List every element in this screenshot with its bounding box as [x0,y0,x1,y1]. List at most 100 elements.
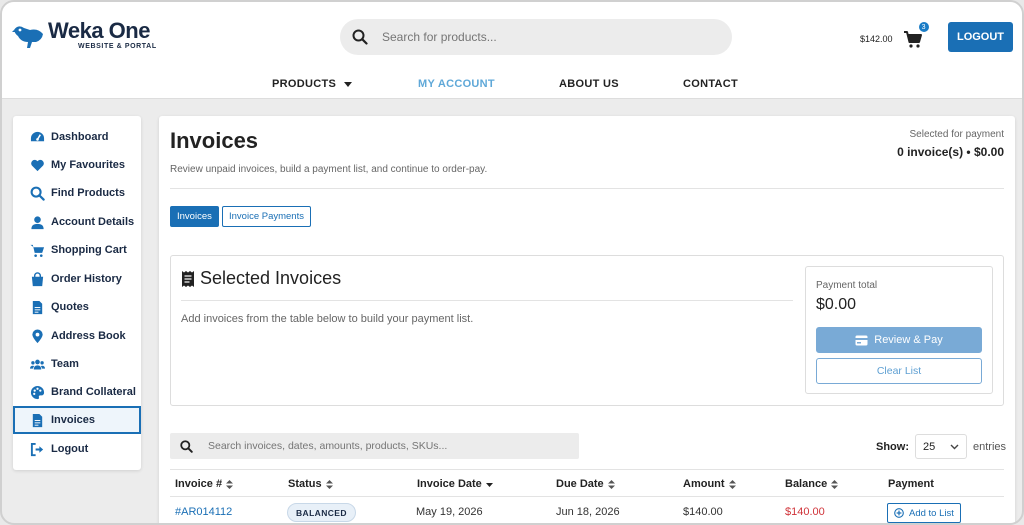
nav-products-label: PRODUCTS [272,78,337,90]
tab-invoices[interactable]: Invoices [170,206,219,227]
column-header-amount[interactable]: Amount [683,478,736,490]
cart-summary[interactable]: $142.00 3 [860,22,929,49]
sidebar-item-label: Shopping Cart [51,244,127,256]
column-header-invoice[interactable]: Invoice # [175,478,234,490]
add-to-list-button[interactable]: Add to List [887,503,961,523]
map-pin-icon [32,328,43,343]
page-title: Invoices [170,128,259,153]
palette-icon [30,385,45,399]
sidebar-item-label: Order History [51,273,122,285]
site-header: Weka One WEBSITE & PORTAL $142.00 3 [2,2,1022,99]
chevron-down-icon [950,444,959,449]
sidebar-item-my-favourites[interactable]: My Favourites [13,151,141,179]
invoices-main: Invoices Review unpaid invoices, build a… [159,116,1015,523]
invoice-search-input[interactable] [208,440,558,452]
sort-icon [831,479,839,489]
sidebar-item-label: Address Book [51,330,126,342]
amount-cell: $140.00 [683,506,723,518]
invoice-number-link[interactable]: #AR014112 [175,506,232,518]
invoice-search-bar [170,433,579,459]
search-icon [30,186,45,201]
weka-bird-icon [12,26,43,48]
sidebar-item-dashboard[interactable]: Dashboard [13,123,141,151]
sidebar-item-quotes[interactable]: Quotes [13,293,141,321]
logout-button[interactable]: LOGOUT [948,22,1013,52]
sort-icon [607,479,615,489]
column-header-balance[interactable]: Balance [785,478,839,490]
selected-invoices-panel: Selected Invoices Add invoices from the … [170,255,1004,406]
payment-total-box: Payment total $0.00 Review & Pay Clear L… [805,266,993,394]
nav-about-us[interactable]: ABOUT US [559,78,619,90]
cart-icon[interactable]: 3 [903,22,929,49]
sort-icon [325,479,333,489]
review-and-pay-button[interactable]: Review & Pay [816,327,982,353]
column-header-status[interactable]: Status [288,478,333,490]
sort-desc-icon [485,482,493,487]
selected-for-payment-label: Selected for payment [909,129,1005,140]
sidebar-item-address-book[interactable]: Address Book [13,322,141,350]
sign-out-icon [30,442,44,456]
brand-tagline: WEBSITE & PORTAL [78,43,157,50]
tab-invoice-payments[interactable]: Invoice Payments [222,206,311,227]
sidebar-item-invoices[interactable]: Invoices [13,406,141,434]
payment-total-amount: $0.00 [816,296,857,313]
sort-icon [728,479,736,489]
caret-down-icon [344,81,353,87]
sidebar-item-label: My Favourites [51,159,125,171]
balance-cell: $140.00 [785,506,825,518]
column-header-due-date[interactable]: Due Date [556,478,615,490]
sidebar-item-order-history[interactable]: Order History [13,265,141,293]
nav-contact[interactable]: CONTACT [683,78,738,90]
sidebar-item-shopping-cart[interactable]: Shopping Cart [13,236,141,264]
column-header-label: Status [288,478,322,490]
sidebar-item-label: Quotes [51,301,89,313]
gauge-icon [30,131,45,141]
column-header-label: Invoice Date [417,478,482,490]
receipt-icon [182,270,194,287]
sidebar-item-brand-collateral[interactable]: Brand Collateral [13,378,141,406]
sidebar-item-label: Logout [51,443,89,455]
plus-circle-icon [894,508,904,518]
page-size-value: 25 [923,440,936,453]
sidebar-item-label: Invoices [51,414,96,426]
column-header-label: Due Date [556,478,604,490]
product-search-input[interactable] [382,30,702,44]
divider [170,188,1004,189]
sidebar-item-label: Dashboard [51,131,109,143]
entries-label: entries [973,440,1007,453]
selected-invoices-description: Add invoices from the table below to bui… [181,313,474,325]
sort-icon [226,479,234,489]
sidebar-item-logout[interactable]: Logout [13,435,141,463]
heart-icon [31,159,44,171]
search-icon [180,439,193,453]
column-header-label: Invoice # [175,478,223,490]
page-size-select[interactable]: 25 [915,434,967,459]
main-nav: PRODUCTS MY ACCOUNT ABOUT US CONTACT [2,78,1022,92]
clear-list-button[interactable]: Clear List [816,358,982,384]
sidebar-item-account-details[interactable]: Account Details [13,208,141,236]
review-and-pay-label: Review & Pay [874,334,943,346]
cart-icon [30,244,45,257]
account-sidebar: Dashboard My Favourites Find Products Ac… [13,116,141,470]
column-header-payment: Payment [888,478,934,490]
search-icon [352,29,368,45]
user-icon [31,215,44,229]
selected-invoices-title: Selected Invoices [200,268,342,288]
nav-my-account[interactable]: MY ACCOUNT [418,78,495,90]
invoice-table-header: Invoice # Status Invoice Date Due Date A… [170,469,1004,497]
column-header-invoice-date[interactable]: Invoice Date [417,478,493,490]
column-header-label: Balance [785,478,828,490]
brand-logo[interactable]: Weka One WEBSITE & PORTAL [12,20,157,50]
sidebar-item-find-products[interactable]: Find Products [13,179,141,207]
page-size-control: Show: 25 entries [876,434,1006,459]
nav-products[interactable]: PRODUCTS [272,78,353,90]
sidebar-item-label: Brand Collateral [51,386,136,398]
page-description: Review unpaid invoices, build a payment … [170,164,488,175]
payment-total-label: Payment total [816,280,878,291]
app-window: Weka One WEBSITE & PORTAL $142.00 3 [0,0,1024,525]
sidebar-item-label: Find Products [51,187,125,199]
selected-invoices-heading: Selected Invoices [181,268,341,289]
divider [181,300,793,301]
sidebar-item-team[interactable]: Team [13,350,141,378]
invoice-date-cell: May 19, 2026 [416,506,483,518]
